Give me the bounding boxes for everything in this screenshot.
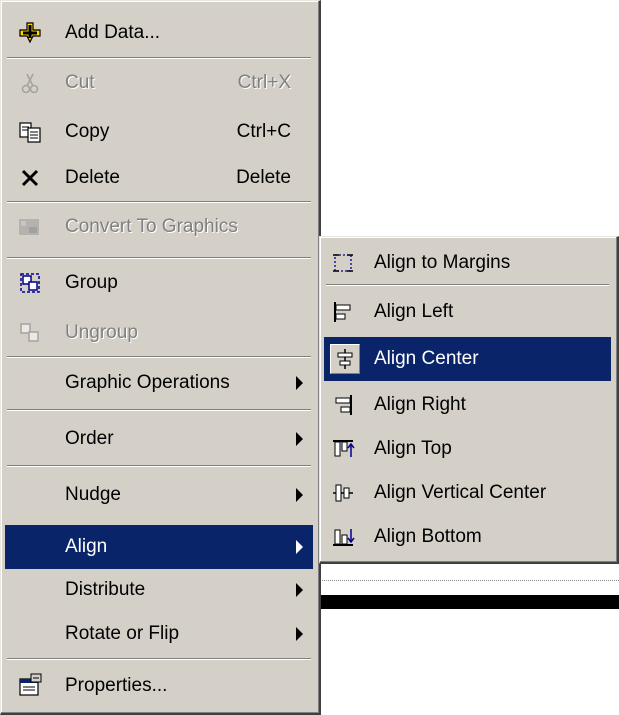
menu-item-graphic-operations[interactable]: Graphic Operations	[5, 361, 313, 405]
menu-item-group[interactable]: Group	[5, 261, 313, 305]
menu-item-copy[interactable]: Copy Ctrl+C	[5, 110, 313, 154]
submenu-item-align-to-margins[interactable]: Align to Margins	[324, 241, 611, 285]
menu-item-label: Copy	[65, 121, 110, 142]
menu-separator	[326, 284, 609, 286]
menu-separator	[7, 201, 311, 203]
submenu-item-align-center[interactable]: Align Center	[324, 337, 611, 381]
menu-separator	[7, 57, 311, 59]
menu-item-label: Add Data...	[65, 22, 161, 43]
menu-item-label: Nudge	[65, 484, 121, 505]
align-top-icon	[330, 436, 356, 462]
menu-item-distribute[interactable]: Distribute	[5, 568, 313, 612]
menu-item-shortcut: Ctrl+X	[237, 72, 291, 93]
align-margins-icon	[330, 250, 356, 276]
menu-item-label: Distribute	[65, 579, 146, 600]
menu-separator	[7, 658, 311, 660]
menu-item-label: Group	[65, 272, 118, 293]
menu-item-add-data[interactable]: Add Data...	[5, 11, 313, 55]
menu-item-align[interactable]: Align	[5, 525, 313, 569]
submenu-item-label: Align Top	[374, 438, 452, 459]
submenu-item-align-left[interactable]: Align Left	[324, 290, 611, 334]
submenu-item-align-vertical-center[interactable]: Align Vertical Center	[324, 471, 611, 515]
menu-item-label: Rotate or Flip	[65, 623, 180, 644]
menu-item-cut[interactable]: Cut Ctrl+X	[5, 61, 313, 105]
menu-separator	[7, 465, 311, 467]
submenu-item-align-bottom[interactable]: Align Bottom	[324, 515, 611, 559]
menu-item-label: Cut	[65, 72, 95, 93]
submenu-item-label: Align Center	[374, 348, 479, 369]
submenu-arrow-icon	[296, 488, 303, 502]
add-data-icon	[17, 20, 43, 46]
submenu-arrow-icon	[296, 376, 303, 390]
background-black-bar	[320, 595, 619, 609]
properties-icon	[17, 673, 43, 699]
context-menu: Add Data... Cut Ctrl+X Copy Ctrl+C Delet…	[0, 0, 321, 715]
align-vertical-center-icon	[330, 480, 356, 506]
menu-item-label: Ungroup	[65, 322, 138, 343]
submenu-arrow-icon	[296, 583, 303, 597]
submenu-item-align-right[interactable]: Align Right	[324, 383, 611, 427]
menu-separator	[7, 257, 311, 259]
menu-separator	[7, 356, 311, 358]
submenu-item-label: Align Right	[374, 394, 466, 415]
menu-item-ungroup[interactable]: Ungroup	[5, 311, 313, 355]
submenu-item-label: Align Vertical Center	[374, 482, 547, 503]
submenu-item-label: Align to Margins	[374, 252, 511, 273]
submenu-item-align-top[interactable]: Align Top	[324, 427, 611, 471]
menu-item-shortcut: Ctrl+C	[236, 121, 291, 142]
delete-x-icon	[17, 165, 43, 191]
background-dotted-line	[320, 580, 619, 581]
submenu-arrow-icon	[296, 540, 303, 554]
scissors-icon	[17, 70, 43, 96]
ungroup-icon	[17, 320, 43, 346]
menu-item-nudge[interactable]: Nudge	[5, 473, 313, 517]
group-icon	[17, 270, 43, 296]
menu-separator	[7, 409, 311, 411]
submenu-item-label: Align Left	[374, 301, 454, 322]
menu-item-shortcut: Delete	[236, 167, 291, 188]
menu-item-label: Delete	[65, 167, 120, 188]
align-bottom-icon	[330, 524, 356, 550]
copy-icon	[17, 119, 43, 145]
align-center-icon	[330, 344, 360, 374]
menu-item-label: Graphic Operations	[65, 372, 230, 393]
submenu-arrow-icon	[296, 627, 303, 641]
menu-item-order[interactable]: Order	[5, 417, 313, 461]
menu-item-label: Convert To Graphics	[65, 216, 238, 237]
submenu-item-label: Align Bottom	[374, 526, 482, 547]
submenu-arrow-icon	[296, 432, 303, 446]
menu-item-label: Order	[65, 428, 114, 449]
align-left-icon	[330, 299, 356, 325]
align-submenu: Align to Margins Align Left Align Center	[319, 236, 619, 564]
menu-item-label: Align	[65, 536, 108, 557]
menu-item-convert-to-graphics[interactable]: Convert To Graphics	[5, 205, 313, 249]
convert-graphics-icon	[17, 214, 43, 240]
menu-item-rotate-or-flip[interactable]: Rotate or Flip	[5, 612, 313, 656]
menu-item-delete[interactable]: Delete Delete	[5, 156, 313, 200]
align-right-icon	[330, 392, 356, 418]
menu-item-properties[interactable]: Properties...	[5, 664, 313, 708]
menu-item-label: Properties...	[65, 675, 168, 696]
